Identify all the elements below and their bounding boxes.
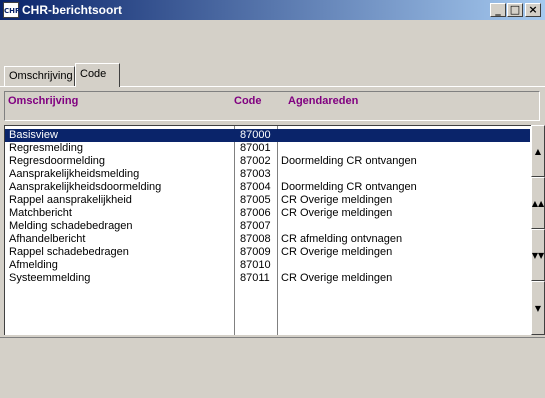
cell-code: 87002 (240, 155, 271, 167)
table-row[interactable]: Rappel schadebedragen 87009 CR Overige mel… (5, 246, 530, 259)
cell-omschrijving: Rappel schadebedragen (9, 246, 129, 258)
cell-code: 87010 (240, 259, 271, 271)
cell-agendareden: CR Overige meldingen (281, 246, 393, 258)
table-row[interactable]: Aansprakelijkheidsdoormelding 87004 Doorme… (5, 181, 530, 194)
table-row[interactable]: Matchbericht 87006 CR Overige meldingen (5, 207, 530, 220)
header-code[interactable]: Code (234, 95, 262, 107)
scroll-page-up-button[interactable]: ▲▲ (531, 177, 545, 229)
scroll-top-button[interactable]: ▲ (531, 125, 545, 177)
table-row[interactable]: Melding schadebedragen 87007 (5, 220, 530, 233)
cell-code: 87008 (240, 233, 271, 245)
table-row[interactable]: Systeemmelding 87011 CR Overige meldingen (5, 272, 530, 285)
maximize-button[interactable]: □ (507, 3, 523, 17)
cell-omschrijving: Systeemmelding (9, 272, 91, 284)
cell-agendareden: CR Overige meldingen (281, 272, 393, 284)
cell-code: 87003 (240, 168, 271, 180)
cell-omschrijving: Regresdoormelding (9, 155, 105, 167)
cell-code: 87011 (240, 272, 270, 284)
scroll-page-down-button[interactable]: ▼▼ (531, 229, 545, 281)
record-list[interactable]: Basisview 87000 Regresmelding 87001 Regresdo… (4, 125, 531, 335)
column-header-bar (4, 91, 540, 121)
cell-omschrijving: Afmelding (9, 259, 58, 271)
table-row-selected[interactable]: Basisview 87000 (5, 129, 530, 142)
header-omschrijving[interactable]: Omschrijving (8, 95, 78, 107)
cell-code: 87001 (240, 142, 271, 154)
cell-omschrijving: Afhandelbericht (9, 233, 86, 245)
app-icon[interactable]: CHR (3, 2, 20, 18)
cell-code: 87004 (240, 181, 271, 193)
cell-omschrijving: Aansprakelijkheidsmelding (9, 168, 140, 180)
cell-omschrijving: Rappel aansprakelijkheid (9, 194, 132, 206)
tab-omschrijving[interactable]: Omschrijving (4, 66, 75, 86)
cell-agendareden: Doormelding CR ontvangen (281, 181, 417, 193)
cell-omschrijving: Melding schadebedragen (9, 220, 133, 232)
cell-agendareden: CR Overige meldingen (281, 207, 393, 219)
cell-code: 87007 (240, 220, 271, 232)
tab-code[interactable]: Code (75, 63, 120, 87)
minimize-button[interactable]: _ (490, 3, 506, 17)
table-row[interactable]: Rappel aansprakelijkheid 87005 CR Overige … (5, 194, 530, 207)
cell-agendareden: Doormelding CR ontvangen (281, 155, 417, 167)
close-button[interactable]: × (525, 3, 541, 17)
cell-code: 87000 (240, 129, 271, 141)
title-bar[interactable]: CHR CHR-berichtsoort _ □ × (0, 0, 545, 20)
cell-omschrijving: Basisview (9, 129, 58, 141)
table-row[interactable]: Aansprakelijkheidsmelding 87003 (5, 168, 530, 181)
cell-agendareden: CR Overige meldingen (281, 194, 393, 206)
vertical-scrollbar[interactable]: ▲ ▲▲ ▼▼ ▼ (531, 125, 545, 335)
cell-agendareden: CR afmelding ontvnagen (281, 233, 403, 245)
header-agendareden[interactable]: Agendareden (288, 95, 358, 107)
table-row[interactable]: Afmelding 87010 (5, 259, 530, 272)
window-title: CHR-berichtsoort (22, 3, 123, 17)
cell-omschrijving: Matchbericht (9, 207, 72, 219)
table-row[interactable]: Afhandelbericht 87008 CR afmelding ontvnag… (5, 233, 530, 246)
cell-code: 87005 (240, 194, 271, 206)
cell-omschrijving: Aansprakelijkheidsdoormelding (9, 181, 162, 193)
cell-code: 87006 (240, 207, 271, 219)
cell-omschrijving: Regresmelding (9, 142, 83, 154)
bottom-divider (0, 337, 545, 338)
cell-code: 87009 (240, 246, 271, 258)
scroll-bottom-button[interactable]: ▼ (531, 281, 545, 335)
table-row[interactable]: Regresdoormelding 87002 Doormelding CR ont… (5, 155, 530, 168)
table-row[interactable]: Regresmelding 87001 (5, 142, 530, 155)
